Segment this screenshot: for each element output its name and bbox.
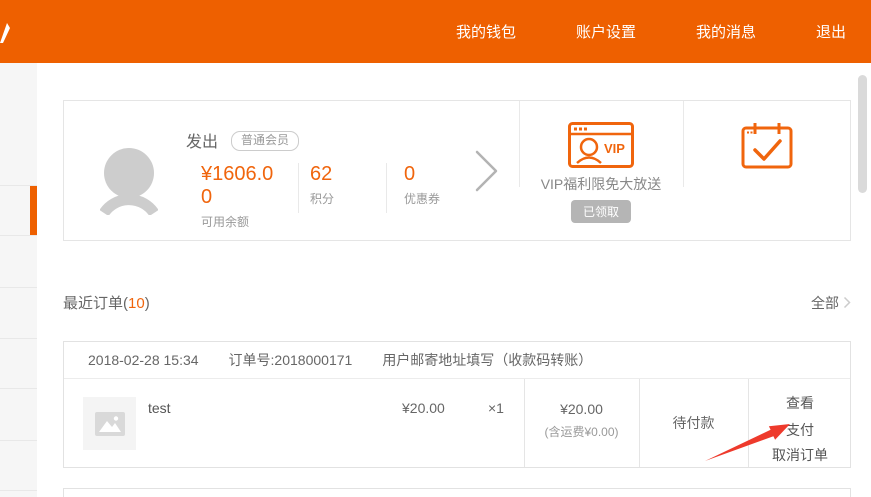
order-status-column: 待付款 [639,379,748,433]
vip-promo-section[interactable]: VIP VIP福利限免大放送 已领取 [519,101,683,242]
username: 发出 [186,128,218,152]
received-badge[interactable]: 已领取 [571,200,631,223]
order-note: 用户邮寄地址填写（收款码转账） [382,350,592,370]
order-card-body: test ¥20.00 ×1 ¥20.00 (含运费¥0.00) 待付款 查看 … [64,379,850,467]
product-price: ¥20.00 [402,400,445,416]
nav-item-account-settings[interactable]: 账户设置 [576,21,636,42]
points-label: 积分 [310,190,334,207]
profile-card: 发出 普通会员 ¥1606.00 可用余额 62 积分 0 优惠券 [63,100,851,241]
view-all-link[interactable]: 全部 [811,293,851,313]
product-quantity: ×1 [488,400,504,416]
sidebar-item[interactable] [0,388,37,440]
coupons-stat[interactable]: 0 优惠券 [404,163,440,207]
sidebar-active-indicator [30,186,37,235]
coupons-value: 0 [404,163,440,186]
stat-divider [298,163,299,213]
calendar-check-icon [741,121,793,169]
nav-item-logout[interactable]: 退出 [816,21,846,42]
stat-divider [386,163,387,213]
order-status: 待付款 [639,413,748,433]
action-pay-order[interactable]: 支付 [748,420,852,440]
action-cancel-order[interactable]: 取消订单 [748,445,852,465]
next-order-card-partial [63,488,851,497]
product-thumbnail[interactable] [83,397,136,450]
chevron-right-icon[interactable] [474,149,500,193]
main-content: 发出 普通会员 ¥1606.00 可用余额 62 积分 0 优惠券 [37,63,871,497]
points-stat[interactable]: 62 积分 [310,163,334,207]
vip-icon: VIP [568,122,634,168]
avatar-person-icon [100,147,158,215]
member-level-badge: 普通会员 [231,131,299,151]
vip-promo-title: VIP福利限免大放送 [519,174,683,194]
sidebar-item[interactable] [0,338,37,388]
balance-label: 可用余额 [201,213,281,230]
points-value: 62 [310,163,334,186]
top-navigation-bar: 我的钱包 账户设置 我的消息 退出 [0,0,871,63]
sidebar-item[interactable] [0,287,37,338]
logo-fragment [0,20,14,46]
sidebar-menu [0,63,37,497]
shipping-fee-note: (含运费¥0.00) [524,423,639,440]
nav-item-my-messages[interactable]: 我的消息 [696,21,756,42]
order-total: ¥20.00 [524,401,639,417]
member-center-page: 我的钱包 账户设置 我的消息 退出 发出 普通会员 [0,0,871,497]
top-nav-menu: 我的钱包 账户设置 我的消息 退出 [456,0,871,63]
recent-orders-header: 最近订单(10) 全部 [63,292,851,313]
nav-item-my-wallet[interactable]: 我的钱包 [456,21,516,42]
image-placeholder-icon [95,412,125,436]
coupons-label: 优惠券 [404,190,440,207]
orders-count: 10 [128,295,145,312]
order-number: 订单号:2018000171 [229,350,353,370]
product-name[interactable]: test [148,400,171,416]
recent-orders-title: 最近订单(10) [63,292,150,313]
sidebar-item[interactable] [0,490,37,497]
order-card-header: 2018-02-28 15:34 订单号:2018000171 用户邮寄地址填写… [64,342,850,379]
sidebar-item[interactable] [0,235,37,287]
order-card: 2018-02-28 15:34 订单号:2018000171 用户邮寄地址填写… [63,341,851,468]
calendar-checkin-section[interactable] [683,101,852,242]
svg-text:VIP: VIP [604,141,625,156]
balance-stat[interactable]: ¥1606.00 可用余额 [201,163,281,230]
sidebar-header-area [0,63,37,185]
scrollbar-thumb[interactable] [858,75,867,193]
chevron-right-icon [843,296,851,309]
balance-value: ¥1606.00 [201,163,281,209]
order-datetime: 2018-02-28 15:34 [88,352,199,368]
action-view-order[interactable]: 查看 [748,393,852,413]
sidebar-item[interactable] [0,440,37,490]
order-total-column: ¥20.00 (含运费¥0.00) [524,379,639,440]
